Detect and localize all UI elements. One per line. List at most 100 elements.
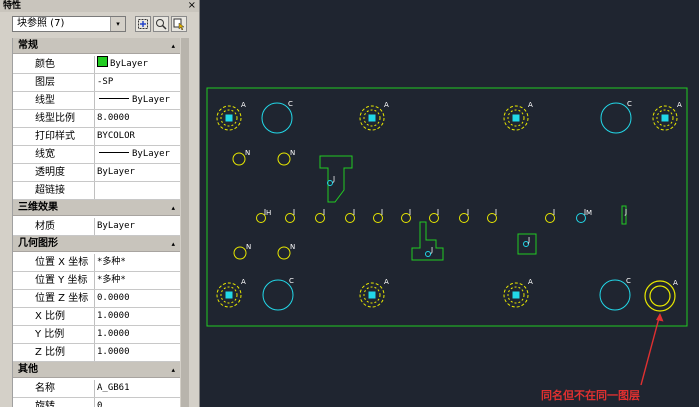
property-row[interactable]: 名称 A_GB61: [13, 380, 180, 398]
property-value[interactable]: *多种*: [97, 272, 180, 289]
part-label-1: J: [332, 175, 335, 183]
property-name: 打印样式: [13, 128, 95, 145]
property-row[interactable]: 线型比例 8.0000: [13, 110, 180, 128]
small-mark-circle: [429, 213, 439, 223]
marker-n-circle: [277, 152, 291, 166]
collapse-icon[interactable]: ▴: [171, 362, 175, 378]
property-value[interactable]: ByLayer: [97, 146, 180, 163]
chevron-down-icon[interactable]: ▾: [110, 17, 125, 31]
cad-drawing[interactable]: A A A A A A A C C C C A N N N N H M J J J J: [200, 0, 699, 407]
property-row[interactable]: 超链接: [13, 182, 180, 200]
pickadd-icon: [138, 19, 148, 29]
property-value[interactable]: 1.0000: [97, 308, 180, 325]
small-mark-label: M: [586, 209, 592, 217]
small-mark-circle: [315, 213, 325, 223]
marker-n-label: N: [290, 149, 295, 157]
property-row[interactable]: Y 比例 1.0000: [13, 326, 180, 344]
property-value[interactable]: -SP: [97, 74, 180, 91]
property-value[interactable]: [97, 182, 180, 199]
quick-select-icon: [173, 18, 185, 30]
color-swatch: [97, 56, 108, 67]
small-mark-circle: [285, 213, 295, 223]
small-mark-circle: [576, 213, 586, 223]
property-row[interactable]: 打印样式 BYCOLOR: [13, 128, 180, 146]
property-row[interactable]: 位置 Y 坐标 *多种*: [13, 272, 180, 290]
property-value[interactable]: ByLayer: [97, 92, 180, 109]
property-name: Z 比例: [13, 344, 95, 361]
palette-title-bar[interactable]: 特性 ×: [0, 0, 199, 12]
marker-c-label: C: [289, 277, 294, 285]
property-row[interactable]: 颜色 ByLayer: [13, 56, 180, 74]
scrollbar-thumb[interactable]: [181, 38, 189, 407]
small-mark-circle: [487, 213, 497, 223]
property-value[interactable]: ByLayer: [97, 164, 180, 181]
marker-c-label: C: [627, 100, 632, 108]
property-value[interactable]: A_GB61: [97, 380, 180, 397]
property-row[interactable]: 线型 ByLayer: [13, 92, 180, 110]
marker-n-circle: [232, 152, 246, 166]
property-value[interactable]: ByLayer: [97, 56, 180, 73]
property-name: 超链接: [13, 182, 95, 199]
property-name: 线宽: [13, 146, 95, 163]
toggle-pickadd-button[interactable]: [135, 16, 151, 32]
property-name: 材质: [13, 218, 95, 235]
marker-a-square: [512, 291, 520, 299]
marker-a-label: A: [677, 101, 682, 109]
marker-n-circle: [277, 246, 291, 260]
drawing-canvas[interactable]: A A A A A A A C C C C A N N N N H M J J J J 同名但不在同一图层: [200, 0, 699, 407]
marker-a-label: A: [384, 278, 389, 286]
category-header[interactable]: 常规 ▴: [13, 38, 180, 54]
marker-n-label: N: [246, 243, 251, 251]
small-mark-circle: [373, 213, 383, 223]
property-value[interactable]: *多种*: [97, 254, 180, 271]
annotation-note: 同名但不在同一图层: [541, 389, 640, 402]
collapse-icon[interactable]: ▴: [171, 236, 175, 252]
marker-a-square: [512, 114, 520, 122]
property-value[interactable]: 0.0000: [97, 290, 180, 307]
property-name: 线型: [13, 92, 95, 109]
property-value[interactable]: BYCOLOR: [97, 128, 180, 145]
linetype-preview: [99, 98, 129, 99]
property-row[interactable]: 线宽 ByLayer: [13, 146, 180, 164]
property-grid: 常规 ▴ 颜色 ByLayer 图层 -SP 线型 ByLayer 线型比例 8.0000 打印样式…: [12, 38, 180, 407]
category-header[interactable]: 三维效果 ▴: [13, 200, 180, 216]
property-value[interactable]: 1.0000: [97, 344, 180, 361]
property-value[interactable]: 8.0000: [97, 110, 180, 127]
marker-a-square: [661, 114, 669, 122]
property-row[interactable]: 图层 -SP: [13, 74, 180, 92]
property-name: 图层: [13, 74, 95, 91]
properties-palette: 特性 × 块参照 (7) ▾ 常规 ▴ 颜色 ByLayer 图层 -SP 线型…: [0, 0, 200, 407]
drawing-frame: [206, 87, 688, 327]
collapse-icon[interactable]: ▴: [171, 200, 175, 216]
collapse-icon[interactable]: ▴: [171, 38, 175, 54]
marker-a-label: A: [528, 101, 533, 109]
select-objects-icon: [156, 19, 167, 30]
property-row[interactable]: 位置 X 坐标 *多种*: [13, 254, 180, 272]
select-objects-button[interactable]: [153, 16, 169, 32]
marker-a-label: A: [241, 278, 246, 286]
close-icon[interactable]: ×: [188, 0, 196, 12]
selected-circle-label: A: [673, 279, 678, 287]
property-row[interactable]: X 比例 1.0000: [13, 308, 180, 326]
palette-scrollbar[interactable]: [181, 38, 189, 407]
part-outline-2: [411, 221, 444, 261]
property-row[interactable]: Z 比例 1.0000: [13, 344, 180, 362]
property-row[interactable]: 位置 Z 坐标 0.0000: [13, 290, 180, 308]
property-row[interactable]: 旋转 0: [13, 398, 180, 407]
quick-select-button[interactable]: [171, 16, 187, 32]
part-label-2: J: [430, 246, 433, 254]
property-value[interactable]: ByLayer: [97, 218, 180, 235]
marker-n-label: N: [290, 243, 295, 251]
property-row[interactable]: 透明度 ByLayer: [13, 164, 180, 182]
part-label-4: J: [624, 208, 627, 216]
property-name: 线型比例: [13, 110, 95, 127]
marker-c-label: C: [626, 277, 631, 285]
property-name: Y 比例: [13, 326, 95, 343]
category-header[interactable]: 几何图形 ▴: [13, 236, 180, 252]
small-mark-circle: [545, 213, 555, 223]
property-row[interactable]: 材质 ByLayer: [13, 218, 180, 236]
property-value[interactable]: 0: [97, 398, 180, 407]
property-value[interactable]: 1.0000: [97, 326, 180, 343]
selection-dropdown[interactable]: 块参照 (7) ▾: [12, 16, 126, 32]
category-header[interactable]: 其他 ▴: [13, 362, 180, 378]
